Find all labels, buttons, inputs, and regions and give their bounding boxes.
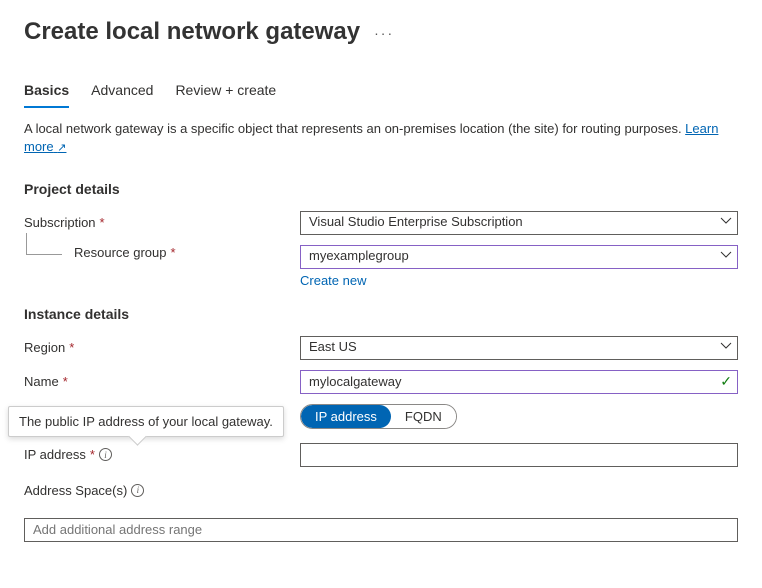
tabs: Basics Advanced Review + create	[24, 76, 738, 108]
tab-review-create[interactable]: Review + create	[175, 76, 276, 108]
address-space-label: Address Space(s) i	[24, 483, 300, 498]
subscription-select[interactable]: Visual Studio Enterprise Subscription	[300, 211, 738, 235]
region-select[interactable]: East US	[300, 336, 738, 360]
section-project-details: Project details	[24, 181, 738, 197]
section-instance-details: Instance details	[24, 306, 738, 322]
endpoint-option-fqdn[interactable]: FQDN	[391, 405, 456, 428]
address-space-input[interactable]	[24, 518, 738, 542]
description-text: A local network gateway is a specific ob…	[24, 120, 738, 157]
endpoint-option-ip[interactable]: IP address	[301, 405, 391, 428]
info-icon[interactable]: i	[131, 484, 144, 497]
resource-group-select[interactable]: myexamplegroup	[300, 245, 738, 269]
page-title: Create local network gateway	[24, 18, 360, 46]
info-icon[interactable]: i	[99, 448, 112, 461]
subscription-label: Subscription *	[24, 215, 300, 230]
name-input[interactable]	[300, 370, 738, 394]
more-icon[interactable]: ···	[374, 25, 394, 41]
endpoint-toggle: IP address FQDN	[300, 404, 457, 429]
tab-basics[interactable]: Basics	[24, 76, 69, 108]
resource-group-label: Resource group *	[24, 245, 300, 260]
ip-address-input[interactable]	[300, 443, 738, 467]
create-new-link[interactable]: Create new	[300, 273, 366, 288]
ip-address-label: IP address * i	[24, 447, 300, 462]
tab-advanced[interactable]: Advanced	[91, 76, 153, 108]
external-link-icon: ↗	[57, 142, 66, 154]
region-label: Region *	[24, 340, 300, 355]
endpoint-tooltip: The public IP address of your local gate…	[8, 406, 284, 437]
name-label: Name *	[24, 374, 300, 389]
